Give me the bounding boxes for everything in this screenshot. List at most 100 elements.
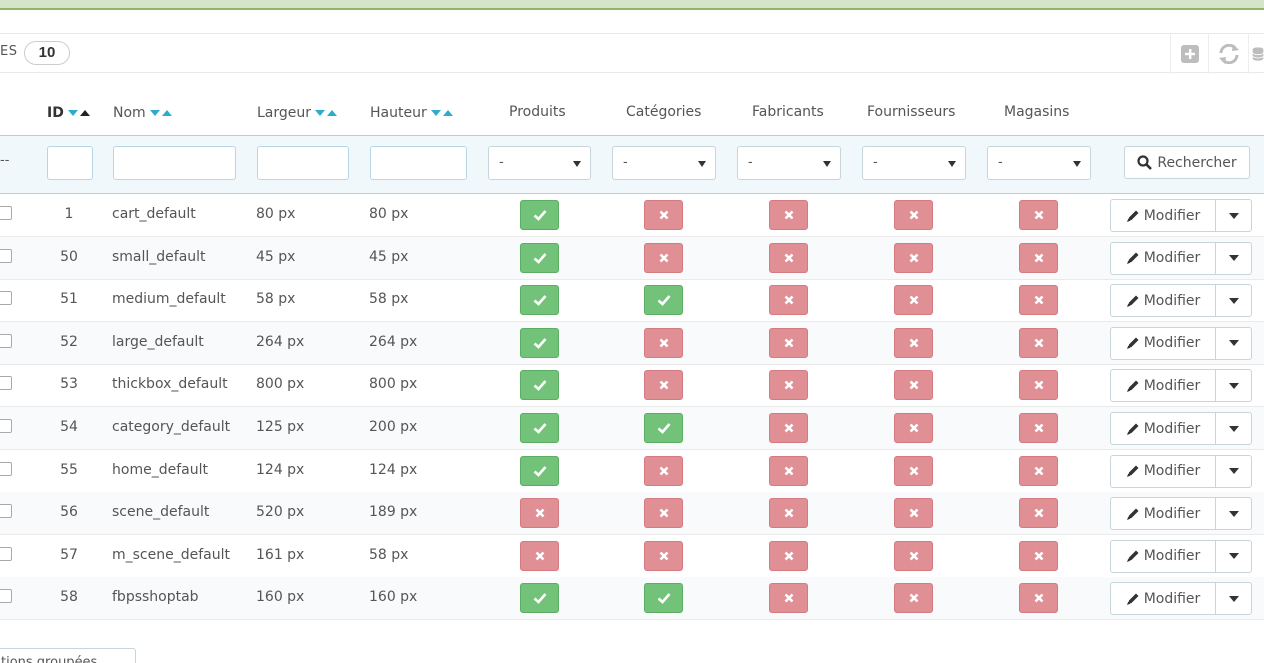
row-checkbox[interactable]: [0, 248, 12, 263]
row-actions-dropdown[interactable]: [1216, 285, 1251, 316]
row-checkbox[interactable]: [0, 504, 12, 519]
edit-button[interactable]: Modifier: [1111, 242, 1216, 274]
status-toggle-manufacturers[interactable]: [769, 455, 808, 486]
status-toggle-suppliers[interactable]: [894, 370, 933, 401]
sort-icon[interactable]: [149, 104, 174, 120]
edit-button[interactable]: Modifier: [1111, 413, 1216, 444]
status-toggle-products[interactable]: [520, 583, 559, 614]
filter-stores-select[interactable]: -: [987, 146, 1091, 180]
search-button[interactable]: Rechercher: [1124, 146, 1250, 179]
edit-button[interactable]: Modifier: [1111, 583, 1216, 615]
status-toggle-suppliers[interactable]: [894, 285, 933, 316]
sort-asc-icon[interactable]: [79, 110, 90, 116]
status-toggle-suppliers[interactable]: [894, 455, 933, 486]
edit-button[interactable]: Modifier: [1111, 370, 1216, 402]
status-toggle-manufacturers[interactable]: [769, 242, 808, 273]
status-toggle-products[interactable]: [520, 242, 559, 273]
filter-categories-select[interactable]: -: [612, 146, 716, 180]
table-row[interactable]: 53 thickbox_default 800 px 800 px Modifier: [0, 364, 1264, 408]
status-toggle-manufacturers[interactable]: [769, 327, 808, 358]
status-toggle-categories[interactable]: [644, 285, 683, 316]
sort-asc-icon[interactable]: [161, 110, 172, 116]
status-toggle-stores[interactable]: [1019, 327, 1058, 358]
status-toggle-stores[interactable]: [1019, 413, 1058, 443]
column-header-width[interactable]: Largeur: [257, 104, 339, 121]
status-toggle-categories[interactable]: [644, 327, 683, 358]
sort-asc-icon[interactable]: [327, 110, 338, 116]
sort-icon[interactable]: [67, 104, 92, 120]
status-toggle-manufacturers[interactable]: [769, 200, 808, 230]
sort-asc-icon[interactable]: [442, 110, 453, 116]
status-toggle-suppliers[interactable]: [894, 583, 933, 614]
edit-button[interactable]: Modifier: [1111, 285, 1216, 317]
status-toggle-stores[interactable]: [1019, 200, 1058, 230]
row-actions-dropdown[interactable]: [1216, 200, 1251, 231]
status-toggle-suppliers[interactable]: [894, 498, 933, 529]
column-header-height[interactable]: Hauteur: [370, 104, 455, 121]
table-row[interactable]: 55 home_default 124 px 124 px Modifier: [0, 450, 1264, 493]
status-toggle-categories[interactable]: [644, 540, 683, 571]
status-toggle-categories[interactable]: [644, 200, 683, 230]
table-row[interactable]: 54 category_default 125 px 200 px Modifier: [0, 407, 1264, 450]
bulk-actions-button[interactable]: tions groupées: [0, 648, 136, 663]
row-actions-dropdown[interactable]: [1216, 541, 1251, 572]
status-toggle-categories[interactable]: [644, 498, 683, 529]
column-header-id[interactable]: ID: [47, 104, 92, 121]
status-toggle-manufacturers[interactable]: [769, 370, 808, 401]
row-checkbox[interactable]: [0, 206, 12, 220]
table-row[interactable]: 57 m_scene_default 161 px 58 px Modifier: [0, 535, 1264, 578]
status-toggle-categories[interactable]: [644, 370, 683, 401]
status-toggle-suppliers[interactable]: [894, 540, 933, 571]
status-toggle-suppliers[interactable]: [894, 242, 933, 273]
status-toggle-stores[interactable]: [1019, 583, 1058, 614]
status-toggle-suppliers[interactable]: [894, 413, 933, 443]
row-checkbox[interactable]: [0, 461, 12, 476]
status-toggle-categories[interactable]: [644, 242, 683, 273]
filter-id-input[interactable]: [47, 146, 93, 180]
status-toggle-products[interactable]: [520, 413, 559, 443]
row-checkbox[interactable]: [0, 546, 12, 561]
status-toggle-stores[interactable]: [1019, 285, 1058, 316]
status-toggle-products[interactable]: [520, 285, 559, 316]
row-actions-dropdown[interactable]: [1216, 243, 1251, 274]
status-toggle-products[interactable]: [520, 540, 559, 571]
status-toggle-stores[interactable]: [1019, 455, 1058, 486]
status-toggle-products[interactable]: [520, 200, 559, 230]
filter-name-input[interactable]: [113, 146, 236, 180]
status-toggle-stores[interactable]: [1019, 242, 1058, 273]
edit-button[interactable]: Modifier: [1111, 327, 1216, 359]
row-checkbox[interactable]: [0, 419, 12, 433]
status-toggle-manufacturers[interactable]: [769, 498, 808, 529]
sort-icon[interactable]: [315, 104, 339, 120]
table-row[interactable]: 58 fbpsshoptab 160 px 160 px Modifier: [0, 577, 1264, 621]
row-actions-dropdown[interactable]: [1216, 328, 1251, 359]
status-toggle-stores[interactable]: [1019, 370, 1058, 401]
table-row[interactable]: 51 medium_default 58 px 58 px Modifier: [0, 279, 1264, 323]
table-row[interactable]: 50 small_default 45 px 45 px Modifier: [0, 236, 1264, 280]
refresh-icon[interactable]: [1216, 41, 1242, 67]
sort-desc-icon[interactable]: [67, 110, 78, 116]
row-actions-dropdown[interactable]: [1216, 456, 1251, 487]
status-toggle-suppliers[interactable]: [894, 200, 933, 230]
row-checkbox[interactable]: [0, 376, 12, 391]
status-toggle-manufacturers[interactable]: [769, 285, 808, 316]
filter-width-input[interactable]: [257, 146, 349, 180]
column-header-name[interactable]: Nom: [113, 104, 174, 121]
status-toggle-categories[interactable]: [644, 583, 683, 614]
filter-products-select[interactable]: -: [488, 146, 591, 180]
row-checkbox[interactable]: [0, 333, 12, 348]
sql-icon[interactable]: [1252, 41, 1264, 67]
edit-button[interactable]: Modifier: [1111, 200, 1216, 231]
sort-desc-icon[interactable]: [430, 110, 441, 116]
status-toggle-categories[interactable]: [644, 413, 683, 443]
sort-desc-icon[interactable]: [149, 110, 160, 116]
table-row[interactable]: 1 cart_default 80 px 80 px Modifier: [0, 194, 1264, 237]
table-row[interactable]: 56 scene_default 520 px 189 px Modifier: [0, 492, 1264, 536]
status-toggle-stores[interactable]: [1019, 498, 1058, 529]
sort-desc-icon[interactable]: [315, 110, 326, 116]
status-toggle-products[interactable]: [520, 455, 559, 486]
row-checkbox[interactable]: [0, 291, 12, 306]
add-icon[interactable]: [1177, 41, 1203, 67]
filter-height-input[interactable]: [370, 146, 467, 180]
status-toggle-manufacturers[interactable]: [769, 583, 808, 614]
